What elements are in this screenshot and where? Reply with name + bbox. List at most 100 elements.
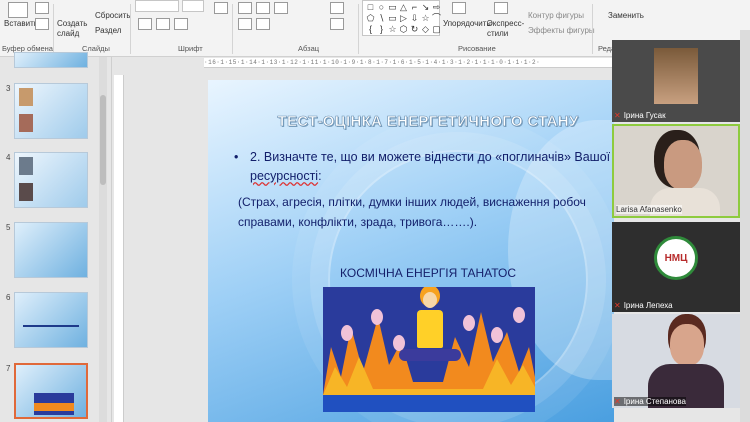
portrait-image	[19, 114, 33, 132]
shape-option-icon[interactable]: ▭	[387, 13, 398, 24]
participant-video-1[interactable]: ✕ Ірина Гусак	[612, 40, 740, 122]
shape-option-icon[interactable]: ○	[376, 2, 387, 13]
participant-name: Ірина Гусак	[623, 111, 666, 120]
shape-option-icon[interactable]: ∖	[376, 13, 387, 24]
drawing-group-label: Рисование	[458, 44, 496, 53]
separator	[358, 4, 359, 54]
participant-name: Ірина Степанова	[623, 397, 686, 406]
align-text-icon[interactable]	[330, 18, 344, 30]
portrait-image	[19, 88, 33, 106]
separator	[232, 4, 233, 54]
thanatos-illustration[interactable]	[323, 287, 535, 412]
mask-face	[341, 325, 353, 341]
create-slide-button[interactable]: Создать слайд	[57, 19, 87, 39]
participant-name-label: ✕ Ірина Гусак	[614, 111, 666, 120]
slide-title[interactable]: ТЕСТ-ОЦІНКА ЕНЕРГЕТИЧНОГО СТАНУ	[248, 113, 608, 131]
shape-option-icon[interactable]: ⌒	[431, 13, 442, 24]
picture-heading[interactable]: КОСМІЧНА ЕНЕРГІЯ ТАНАТОС	[340, 266, 516, 280]
express-styles-icon[interactable]	[494, 2, 508, 14]
participant-name-label: ✕ Ірина Лепеха	[614, 301, 673, 310]
shape-option-icon[interactable]: ☆	[387, 24, 398, 35]
shape-option-icon[interactable]: ⬠	[365, 13, 376, 24]
participant-name: Larisa Afanasenko	[616, 205, 682, 214]
figure-head	[423, 292, 437, 308]
shape-option-icon[interactable]: △	[398, 2, 409, 13]
shape-option-icon[interactable]: ▷	[398, 13, 409, 24]
shape-option-icon[interactable]: ↘	[420, 2, 431, 13]
paste-icon[interactable]	[8, 2, 28, 18]
bullet-line-1: 2. Визначте те, що ви можете віднести до…	[250, 150, 611, 164]
shape-effects-button[interactable]: Эффекты фигуры	[528, 26, 595, 35]
slide-thumbnail-3[interactable]	[14, 83, 88, 139]
mic-muted-icon: ✕	[614, 301, 621, 310]
slide-thumbnail-5[interactable]	[14, 222, 88, 278]
section-button[interactable]: Раздел	[95, 26, 121, 35]
participant-video-2[interactable]: Larisa Afanasenko	[612, 124, 740, 218]
shape-outline-button[interactable]: Контур фигуры	[528, 11, 584, 20]
slide-thumbnail-panel: 3 4 5 6 7	[0, 52, 112, 422]
shapes-gallery[interactable]: □ ○ ▭ △ ⌐ ↘ ⇨ ⬠ ∖ ▭ ▷ ⇩ ☆ ⌒{} ☆ ⬡ ↻ ◇ ▢	[362, 0, 442, 36]
slide-canvas[interactable]: ТЕСТ-ОЦІНКА ЕНЕРГЕТИЧНОГО СТАНУ • 2. Виз…	[208, 80, 614, 422]
shape-option-icon[interactable]: □	[365, 2, 376, 13]
participant-face	[670, 324, 704, 366]
arrange-icon[interactable]	[452, 2, 466, 14]
align-left-icon[interactable]	[238, 18, 252, 30]
font-color-icon[interactable]	[174, 18, 188, 30]
express-styles-button[interactable]: Экспресс-стили	[487, 19, 524, 39]
bullet-colon: :	[318, 169, 322, 183]
separator	[53, 4, 54, 54]
slide-number: 6	[6, 293, 11, 302]
bullet-marker: •	[234, 150, 239, 164]
format-painter-icon[interactable]	[35, 18, 49, 30]
examples-paragraph[interactable]: (Страх, агресія, плітки, думки інших люд…	[238, 192, 614, 232]
shape-option-icon[interactable]: ◇	[420, 24, 431, 35]
shape-option-icon[interactable]: ⇩	[409, 13, 420, 24]
examples-line-2: справами, конфлікти, зрада, тривога…….).	[238, 215, 478, 229]
font-name-field[interactable]	[135, 0, 179, 12]
clear-format-icon[interactable]	[214, 2, 228, 14]
arrange-button[interactable]: Упорядочить	[443, 19, 491, 28]
slide-thumbnail-partial[interactable]	[14, 52, 88, 68]
slide-thumbnail-7[interactable]	[14, 363, 88, 419]
vertical-ruler[interactable]	[114, 75, 124, 422]
shape-option-icon[interactable]: ⇨	[431, 2, 442, 13]
shape-option-icon[interactable]: ▢	[431, 24, 442, 35]
thumbnail-scrollbar-thumb[interactable]	[100, 95, 106, 185]
participant-video-3[interactable]: НМЦ ✕ Ірина Лепеха	[612, 222, 740, 312]
font-size-field[interactable]	[182, 0, 204, 12]
bullet-text: 2. Визначте те, що ви можете віднести до…	[250, 148, 612, 186]
nmc-logo-text: НМЦ	[664, 252, 688, 264]
shape-option-icon[interactable]: ☆	[420, 13, 431, 24]
shape-option-icon[interactable]: ⬡	[398, 24, 409, 35]
italic-icon[interactable]	[156, 18, 170, 30]
mask-face	[513, 307, 525, 323]
video-panel-scrollbar[interactable]	[740, 30, 750, 422]
reset-button[interactable]: Сбросить	[95, 11, 131, 20]
shape-option-icon[interactable]: {	[365, 24, 376, 35]
mask-face	[491, 327, 503, 343]
replace-button[interactable]: Заменить	[608, 11, 644, 20]
slide-thumbnail-4[interactable]	[14, 152, 88, 208]
mask-face	[463, 315, 475, 331]
participant-name-label: Larisa Afanasenko	[616, 205, 682, 214]
bold-icon[interactable]	[138, 18, 152, 30]
shape-option-icon[interactable]: ↻	[409, 24, 420, 35]
slide-thumbnail-6[interactable]	[14, 292, 88, 348]
separator	[592, 4, 593, 54]
slide-number: 7	[6, 364, 11, 373]
bullets-icon[interactable]	[238, 2, 252, 14]
nmc-logo: НМЦ	[654, 236, 698, 280]
shape-option-icon[interactable]: }	[376, 24, 387, 35]
text-direction-icon[interactable]	[330, 2, 344, 14]
horizontal-ruler[interactable]: ·16·1·15·1·14·1·13·1·12·1·11·1·10·1·9·1·…	[204, 58, 614, 68]
align-center-icon[interactable]	[256, 18, 270, 30]
shape-option-icon[interactable]: ⌐	[409, 2, 420, 13]
misspelled-word: ресурсності	[250, 169, 319, 183]
copy-icon[interactable]	[35, 2, 49, 14]
insert-button[interactable]: Вставить	[4, 19, 38, 28]
indent-icon[interactable]	[274, 2, 288, 14]
participant-video-4[interactable]: ✕ Ірина Степанова	[612, 314, 740, 408]
mic-muted-icon: ✕	[614, 397, 621, 406]
shape-option-icon[interactable]: ▭	[387, 2, 398, 13]
numbering-icon[interactable]	[256, 2, 270, 14]
